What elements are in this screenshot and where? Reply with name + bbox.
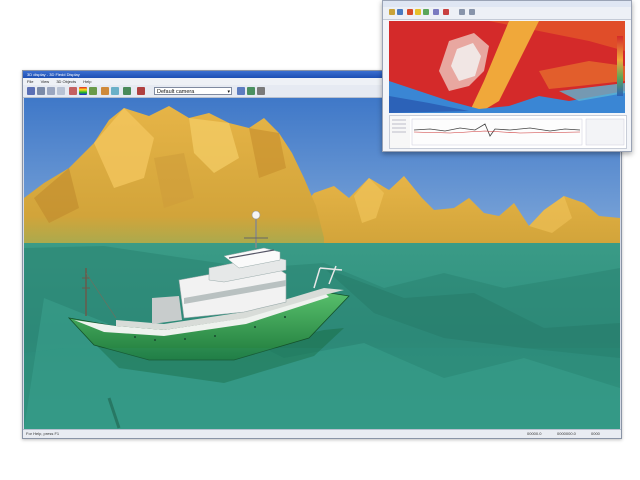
camera-icon[interactable] [247,87,255,95]
inset-bathymetry-map[interactable] [389,21,625,113]
color-scale-icon[interactable] [443,9,449,15]
menu-help[interactable]: Help [83,79,91,84]
grid-icon[interactable] [423,9,429,15]
status-help-text: For Help, press F1 [26,431,60,436]
menu-3d-objects[interactable]: 3D Objects [56,79,76,84]
pan-icon[interactable] [469,9,475,15]
status-depth: 0000 [591,431,600,436]
cube-icon[interactable] [27,87,35,95]
status-bar: For Help, press F1 00000.0 0000000.0 000… [23,429,621,438]
window-title: 3D display - 3D Fledd Display [27,72,80,77]
save-icon[interactable] [397,9,403,15]
chart-icon[interactable] [433,9,439,15]
refresh-icon[interactable] [237,87,245,95]
inset-depth-profile[interactable] [389,115,627,149]
camera-select[interactable]: Default camera ▾ [154,87,232,95]
highlight-icon[interactable] [415,9,421,15]
menu-view[interactable]: View [41,79,50,84]
zoom-icon[interactable] [69,87,77,95]
pencil-icon[interactable] [101,87,109,95]
rotate-icon[interactable] [47,87,55,95]
folder-icon[interactable] [389,9,395,15]
pan-icon[interactable] [57,87,65,95]
inset-2d-window [382,0,632,152]
ship-icon[interactable] [123,87,131,95]
layer-icon[interactable] [407,9,413,15]
pointer-icon[interactable] [37,87,45,95]
depth-profile-graphic [390,116,625,148]
settings-icon[interactable] [137,87,145,95]
status-coordinate-y: 0000000.0 [557,431,576,436]
inset-toolbar [383,7,631,20]
camera-select-value: Default camera [157,89,195,95]
status-coordinate-x: 00000.0 [527,431,542,436]
zoom-icon[interactable] [459,9,465,15]
terrain-icon[interactable] [89,87,97,95]
color-scale-icon[interactable] [79,87,87,95]
view-icon[interactable] [257,87,265,95]
menu-file[interactable]: File [27,79,33,84]
measure-icon[interactable] [111,87,119,95]
chevron-down-icon[interactable]: ▾ [227,88,230,96]
bathymetry-map-graphic [389,21,625,113]
